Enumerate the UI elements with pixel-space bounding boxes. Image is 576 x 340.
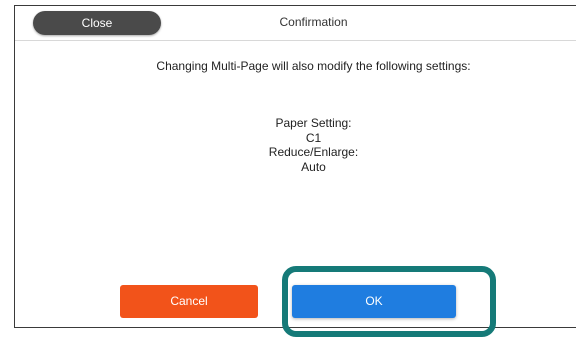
setting-value-reduce-enlarge: Auto xyxy=(301,159,326,174)
setting-name-paper: Paper Setting: xyxy=(275,116,352,130)
dialog-header: Close Confirmation xyxy=(15,6,576,41)
settings-list: Paper Setting: C1 Reduce/Enlarge: Auto xyxy=(15,116,576,174)
setting-value-paper: C1 xyxy=(305,130,322,145)
setting-name-reduce-enlarge: Reduce/Enlarge: xyxy=(268,145,359,159)
cancel-button[interactable]: Cancel xyxy=(120,285,258,318)
dialog-title: Confirmation xyxy=(279,15,348,29)
confirmation-message: Changing Multi-Page will also modify the… xyxy=(156,59,471,73)
ok-highlight-frame xyxy=(282,266,496,337)
